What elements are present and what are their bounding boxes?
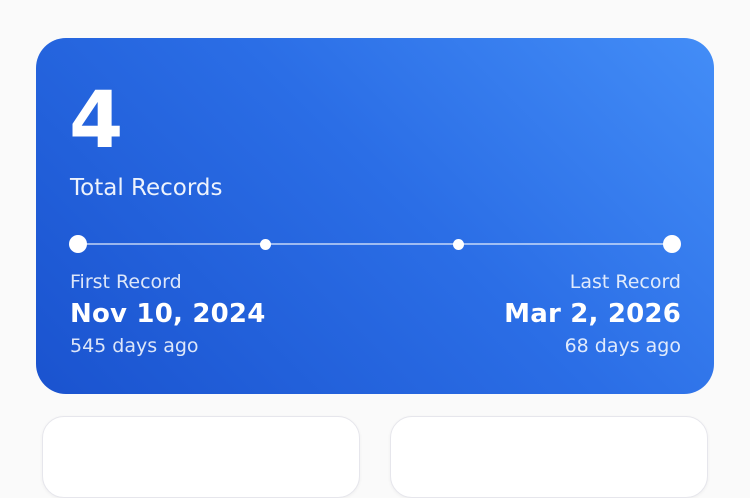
total-records-label: Total Records [70, 175, 223, 201]
first-record-ago: 545 days ago [70, 335, 199, 357]
last-record-info: Last Record Mar 2, 2026 68 days ago [504, 270, 681, 358]
last-record-ago: 68 days ago [564, 335, 681, 357]
stat-card-left[interactable] [42, 416, 360, 498]
last-record-date: Mar 2, 2026 [504, 299, 681, 329]
last-record-label: Last Record [569, 271, 681, 293]
first-record-info: First Record Nov 10, 2024 545 days ago [70, 270, 266, 358]
records-timeline [69, 235, 681, 253]
first-record-label: First Record [70, 271, 182, 293]
timeline-mid-dot [453, 238, 464, 250]
timeline-end-dot [663, 235, 681, 253]
timeline-start-dot [69, 235, 87, 253]
total-records-count: 4 [69, 76, 123, 166]
stat-card-right[interactable] [390, 416, 708, 498]
total-records-card: 4 Total Records First Record Nov 10, 202… [36, 38, 714, 394]
first-record-date: Nov 10, 2024 [70, 299, 266, 329]
timeline-mid-dot [260, 238, 271, 250]
